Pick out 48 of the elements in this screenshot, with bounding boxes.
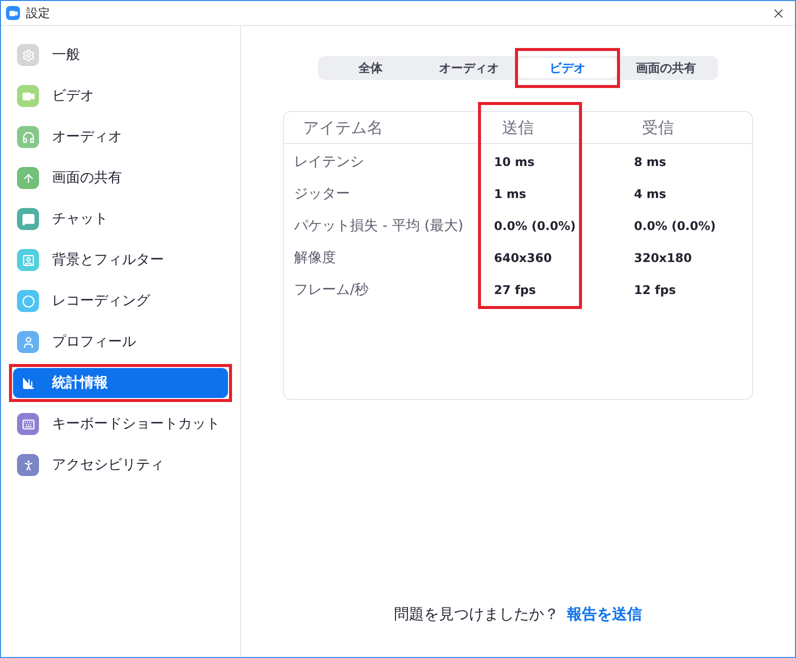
sidebar-item-label: 画面の共有 [52, 168, 122, 188]
table-cell-text: 10 ms [493, 154, 536, 171]
table-cell-text: 27 fps [493, 282, 537, 299]
table-cell-text: 1 ms [493, 186, 528, 203]
table-cell-text: レイテンシ [293, 152, 365, 172]
sidebar-item-label: オーディオ [52, 128, 122, 146]
tab[interactable]: 画面の共有 [616, 58, 715, 78]
sidebar-item-label: 一般 [52, 46, 80, 64]
sidebar-item[interactable]: 一般 [13, 40, 228, 70]
report-link[interactable]: 報告を送信 [567, 602, 642, 625]
sidebar-item-label: プロフィール [52, 332, 136, 352]
sidebar-item[interactable]: アクセシビリティ [13, 450, 228, 480]
sidebar-item[interactable]: 画面の共有 [13, 163, 228, 193]
sidebar-item[interactable]: 統計情報 [13, 368, 228, 398]
sidebar-item[interactable]: オーディオ [13, 122, 228, 152]
sidebar-item-label: 背景とフィルター [52, 250, 164, 270]
sidebar-item-label: アクセシビリティ [52, 456, 164, 474]
table-cell-text: 8 ms [633, 154, 668, 171]
table-cell-text: フレーム/秒 [293, 280, 370, 300]
table-cell-text: パケット損失 - 平均 (最大) [293, 216, 464, 236]
camera-icon [8, 8, 18, 18]
table-cell-text: 0.0% (0.0%) [633, 218, 717, 235]
sidebar-item[interactable]: キーボードショートカット [13, 409, 228, 439]
table-cell-text: 4 ms [633, 186, 668, 203]
table-cell-text: ジッター [293, 184, 351, 204]
window-title: 設定 [26, 5, 50, 22]
sidebar-item-label: レコーディング [52, 292, 150, 310]
sidebar-item[interactable]: プロフィール [13, 327, 228, 357]
tab[interactable]: 全体 [321, 58, 420, 78]
column-header: 受信 [641, 116, 675, 138]
table-cell-text: 320x180 [633, 250, 693, 267]
table-cell-text: 0.0% (0.0%) [493, 218, 577, 235]
sidebar-item[interactable]: レコーディング [13, 286, 228, 316]
column-header: 送信 [501, 116, 535, 138]
sidebar-item[interactable]: ビデオ [13, 81, 228, 111]
table-cell-text: 解像度 [293, 248, 337, 268]
tab[interactable]: ビデオ [518, 58, 616, 78]
sidebar-item[interactable]: チャット [13, 204, 228, 234]
table-cell-text: 12 fps [633, 282, 677, 299]
sidebar-item-label: 統計情報 [52, 374, 108, 392]
sidebar-item-label: ビデオ [52, 86, 94, 106]
column-header: アイテム名 [302, 116, 384, 138]
tab[interactable]: オーディオ [420, 58, 518, 78]
footer-question: 問題を見つけましたか？ [394, 604, 559, 624]
sidebar-item-label: キーボードショートカット [52, 414, 220, 434]
sidebar-item-label: チャット [52, 210, 108, 228]
sidebar-item[interactable]: 背景とフィルター [13, 245, 228, 275]
table-cell-text: 640x360 [493, 250, 553, 267]
